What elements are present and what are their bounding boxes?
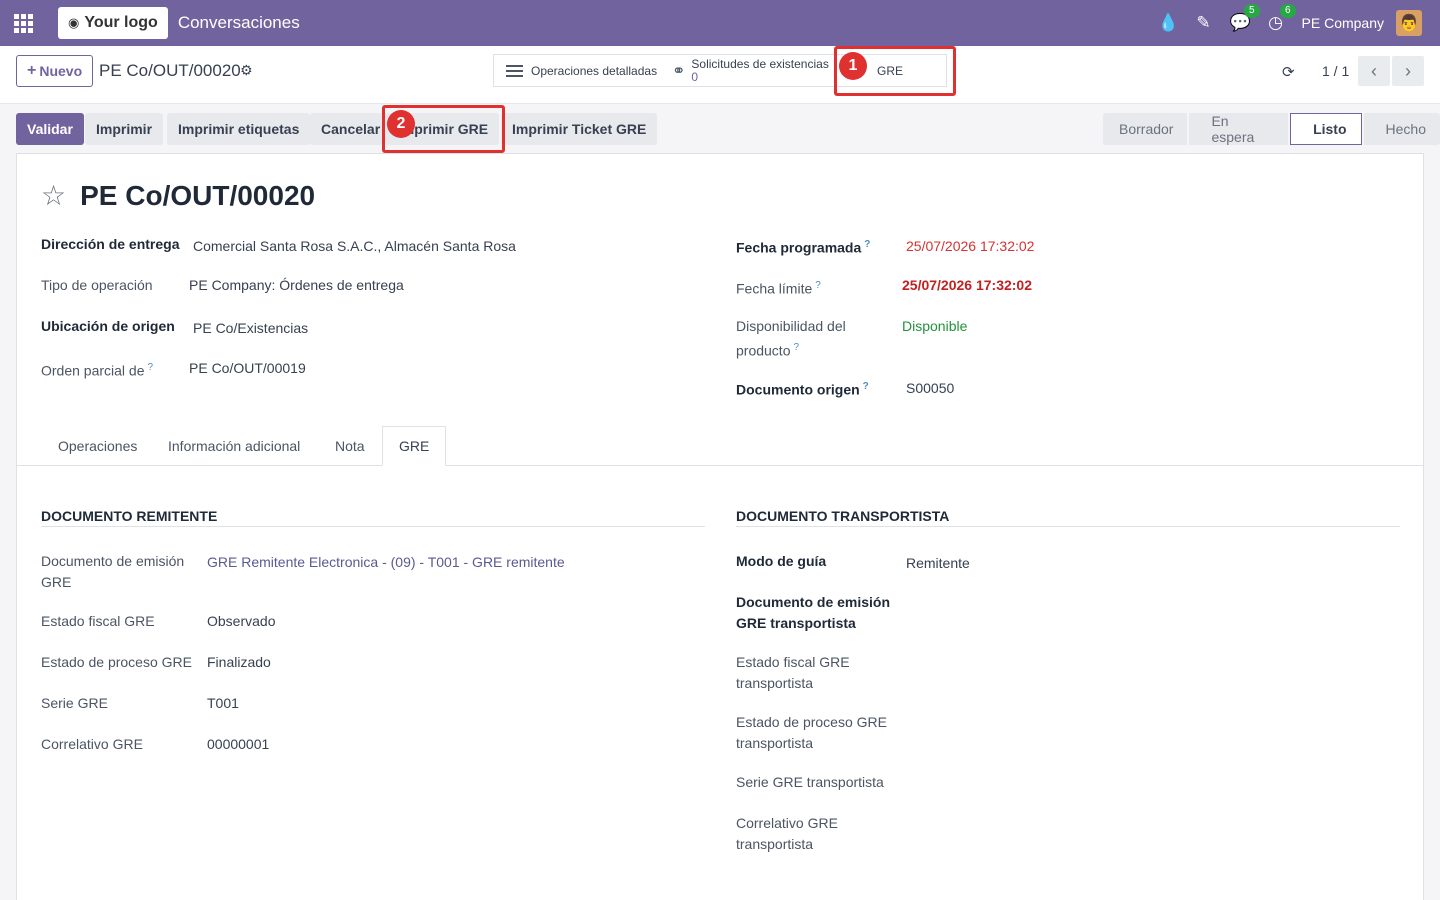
stock-requests-label: Solicitudes de existencias bbox=[691, 56, 829, 71]
carrier-fiscal-status-label: Estado fiscal GRE transportista bbox=[736, 654, 850, 691]
pager-value[interactable]: 1 / 1 bbox=[1322, 63, 1349, 79]
status-ready[interactable]: Listo bbox=[1290, 113, 1362, 145]
link-icon: ⚭ bbox=[672, 62, 686, 80]
guide-mode-value[interactable]: Remitente bbox=[906, 553, 970, 574]
source-location-value[interactable]: PE Co/Existencias bbox=[193, 318, 308, 339]
gre-issue-doc-label: Documento de emisión GRE bbox=[41, 553, 185, 590]
backorder-value[interactable]: PE Co/OUT/00019 bbox=[189, 358, 306, 379]
product-availability-value: Disponible bbox=[902, 318, 968, 334]
activities-icon[interactable]: ◷ 6 bbox=[1266, 4, 1296, 33]
app-name[interactable]: Conversaciones bbox=[178, 13, 300, 33]
apps-menu-button[interactable] bbox=[0, 0, 46, 46]
cancel-button[interactable]: Cancelar bbox=[310, 113, 392, 145]
tab-note[interactable]: Nota bbox=[335, 426, 365, 466]
guide-mode-label: Modo de guía bbox=[736, 553, 827, 569]
scheduled-date-label: Fecha programada? bbox=[736, 239, 871, 256]
gre-process-status-label: Estado de proceso GRE bbox=[41, 654, 192, 670]
detailed-operations-label: Operaciones detalladas bbox=[531, 63, 658, 78]
edit-icon[interactable]: ✎ bbox=[1194, 13, 1214, 33]
gre-fiscal-status-value: Observado bbox=[207, 613, 276, 629]
user-avatar[interactable]: 👨 bbox=[1396, 10, 1422, 36]
activities-badge: 6 bbox=[1279, 4, 1296, 18]
gre-fiscal-status-label: Estado fiscal GRE bbox=[41, 613, 155, 629]
scheduled-date-value[interactable]: 25/07/2026 17:32:02 bbox=[906, 236, 1034, 257]
reload-icon[interactable]: ⟳ bbox=[1282, 63, 1295, 81]
validate-button[interactable]: Validar bbox=[16, 113, 84, 145]
drop-icon[interactable]: 💧 bbox=[1158, 13, 1179, 33]
annotation-badge-2: 2 bbox=[387, 110, 415, 138]
operation-type-value[interactable]: PE Company: Órdenes de entrega bbox=[189, 275, 404, 296]
gre-series-value: T001 bbox=[207, 695, 239, 711]
carrier-correlative-label: Correlativo GRE transportista bbox=[736, 815, 838, 852]
plus-icon: + bbox=[27, 62, 37, 79]
company-switcher[interactable]: PE Company bbox=[1302, 15, 1384, 31]
source-document-value[interactable]: S00050 bbox=[906, 378, 954, 399]
remitente-section-title: DOCUMENTO REMITENTE bbox=[41, 508, 705, 527]
carrier-issue-doc-label: Documento de emisión GRE transportista bbox=[736, 594, 891, 631]
detailed-operations-button[interactable]: Operaciones detalladas bbox=[493, 54, 665, 87]
company-logo[interactable]: ◉ Your logo bbox=[58, 7, 168, 39]
messages-badge: 5 bbox=[1243, 4, 1260, 18]
status-done[interactable]: Hecho bbox=[1363, 113, 1440, 145]
source-location-label: Ubicación de origen bbox=[41, 318, 175, 334]
gre-correlative-value: 00000001 bbox=[207, 736, 270, 752]
source-document-label: Documento origen? bbox=[736, 381, 869, 398]
gre-series-label: Serie GRE bbox=[41, 695, 108, 711]
delivery-address-value[interactable]: Comercial Santa Rosa S.A.C., Almacén San… bbox=[193, 236, 516, 257]
carrier-process-status-label: Estado de proceso GRE transportista bbox=[736, 714, 887, 751]
new-button[interactable]: + Nuevo bbox=[16, 55, 94, 87]
status-bar: Borrador En espera Listo Hecho bbox=[1103, 113, 1440, 145]
tab-operations[interactable]: Operaciones bbox=[58, 426, 137, 466]
breadcrumb: PE Co/OUT/00020 bbox=[99, 61, 241, 80]
form-sheet: ☆ PE Co/OUT/00020 Dirección de entrega C… bbox=[16, 153, 1424, 900]
list-icon bbox=[506, 62, 523, 80]
tab-gre[interactable]: GRE bbox=[382, 426, 447, 466]
status-waiting[interactable]: En espera bbox=[1189, 113, 1289, 145]
new-button-label: Nuevo bbox=[39, 63, 83, 79]
tab-additional-info[interactable]: Información adicional bbox=[168, 426, 300, 466]
print-button[interactable]: Imprimir bbox=[85, 113, 164, 145]
backorder-label: Orden parcial de? bbox=[41, 362, 154, 379]
record-title: PE Co/OUT/00020 bbox=[80, 180, 316, 211]
gre-process-status-value: Finalizado bbox=[207, 654, 271, 670]
deadline-value[interactable]: 25/07/2026 17:32:02 bbox=[902, 275, 1032, 296]
gre-issue-doc-value[interactable]: GRE Remitente Electronica - (09) - T001 … bbox=[207, 552, 565, 573]
operation-type-label: Tipo de operación bbox=[41, 277, 153, 293]
carrier-series-label: Serie GRE transportista bbox=[736, 774, 884, 790]
messages-icon[interactable]: 💬 5 bbox=[1230, 4, 1260, 33]
transportista-section-title: DOCUMENTO TRANSPORTISTA bbox=[736, 508, 1400, 527]
gear-icon[interactable]: ⚙ bbox=[240, 62, 253, 79]
star-icon[interactable]: ☆ bbox=[41, 182, 66, 210]
print-labels-button[interactable]: Imprimir etiquetas bbox=[167, 113, 311, 145]
top-navbar: ◉ Your logo Conversaciones 💧 ✎ 💬 5 ◷ 6 PE … bbox=[0, 0, 1440, 46]
stock-requests-count: 0 bbox=[691, 69, 699, 84]
logo-text: Your logo bbox=[84, 14, 158, 31]
print-ticket-gre-button[interactable]: Imprimir Ticket GRE bbox=[501, 113, 658, 145]
status-draft[interactable]: Borrador bbox=[1103, 113, 1188, 145]
pager-previous-button[interactable]: ‹ bbox=[1358, 56, 1390, 86]
apps-grid-icon bbox=[13, 13, 33, 33]
pager-next-button[interactable]: › bbox=[1392, 56, 1424, 86]
notebook-tabs: Operaciones Información adicional Nota G… bbox=[17, 426, 1423, 466]
delivery-address-label: Dirección de entrega bbox=[41, 236, 180, 252]
deadline-label: Fecha límite? bbox=[736, 280, 821, 297]
gre-correlative-label: Correlativo GRE bbox=[41, 736, 143, 752]
product-availability-label: Disponibilidad del producto? bbox=[736, 318, 846, 359]
control-panel: + Nuevo PE Co/OUT/00020 ⚙ Operaciones de… bbox=[0, 46, 1440, 104]
camera-icon: ◉ bbox=[68, 15, 80, 30]
stock-requests-button[interactable]: ⚭ Solicitudes de existencias 0 bbox=[664, 54, 840, 87]
annotation-badge-1: 1 bbox=[839, 52, 867, 80]
